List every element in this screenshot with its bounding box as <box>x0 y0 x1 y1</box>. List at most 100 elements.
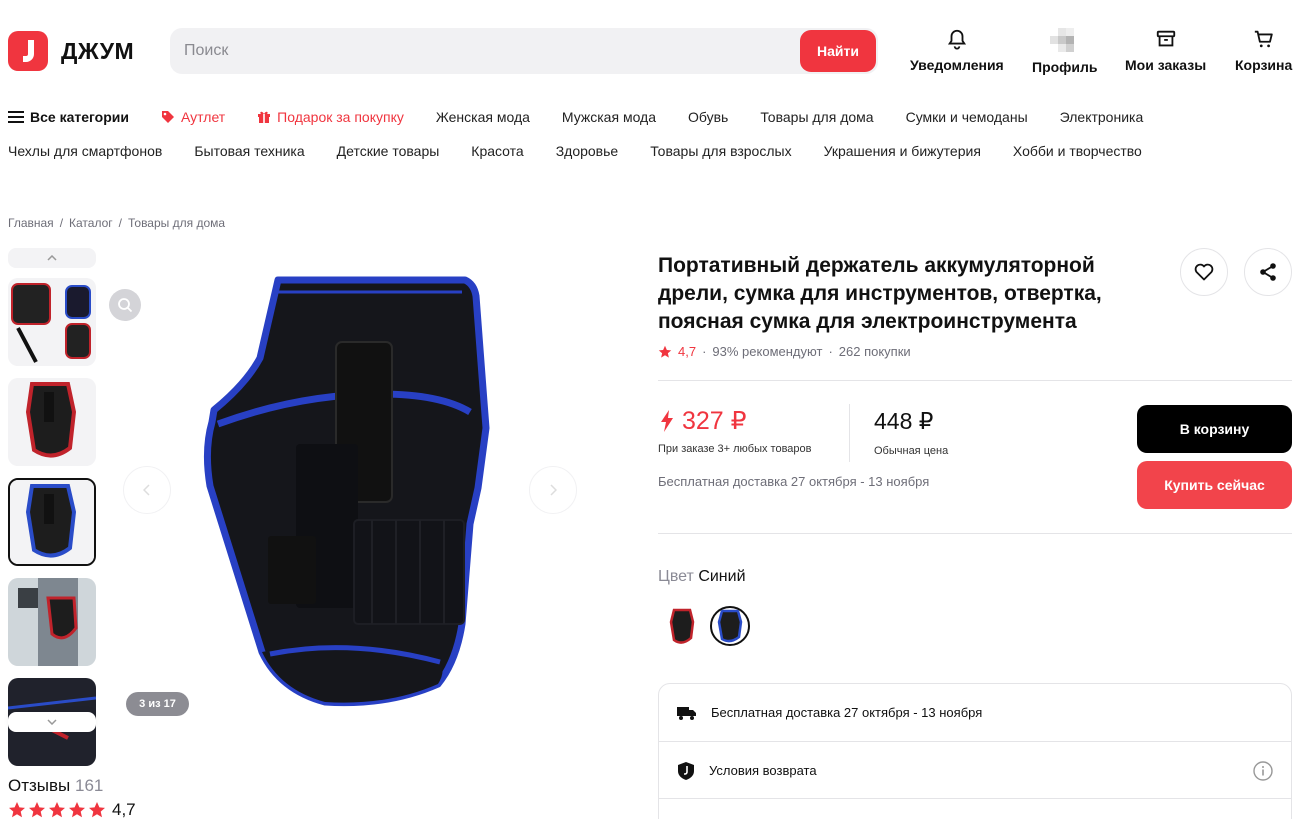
shield-icon <box>678 761 694 780</box>
price-divider <box>849 404 850 462</box>
recommend-percent: 93% рекомендуют <box>712 344 823 359</box>
nav-adult[interactable]: Товары для взрослых <box>650 143 791 159</box>
thumbnail-active[interactable] <box>8 478 96 566</box>
rating-stars-icon <box>9 802 105 818</box>
thumbnails-up-button[interactable] <box>8 248 96 268</box>
zoom-button[interactable] <box>109 289 141 321</box>
profile-button[interactable]: Профиль <box>1032 28 1098 75</box>
thumbnail[interactable] <box>8 378 96 466</box>
nav-shoes[interactable]: Обувь <box>688 109 728 125</box>
breadcrumb-separator: / <box>118 216 122 230</box>
profile-label: Профиль <box>1032 59 1098 75</box>
logo-text: ДЖУМ <box>61 37 135 64</box>
heart-icon <box>1194 263 1214 281</box>
buy-now-button[interactable]: Купить сейчас <box>1137 461 1292 509</box>
nav-phone-cases[interactable]: Чехлы для смартфонов <box>8 143 162 159</box>
color-key: Цвет <box>658 568 694 585</box>
search-bar: Найти <box>170 28 878 74</box>
reviews-count: 161 <box>75 776 104 795</box>
logo[interactable]: ДЖУМ <box>8 31 134 71</box>
chevron-right-icon <box>550 484 557 496</box>
purchases-count: 262 покупки <box>838 344 911 359</box>
divider <box>658 380 1292 381</box>
color-value: Синий <box>698 568 746 585</box>
nav-hobby[interactable]: Хобби и творчество <box>1013 143 1142 159</box>
breadcrumb: Главная / Каталог / Товары для дома <box>8 216 225 230</box>
nav-gift[interactable]: Подарок за покупку <box>257 109 404 125</box>
main-product-image[interactable] <box>110 274 588 714</box>
info-icon[interactable] <box>1253 761 1273 781</box>
product-meta: 4,7 · 93% рекомендуют · 262 покупки <box>658 344 911 359</box>
gift-icon <box>258 111 271 123</box>
prev-image-button[interactable] <box>123 466 171 514</box>
color-swatch-blue[interactable] <box>710 606 750 646</box>
lightning-icon <box>661 410 673 432</box>
header: ДЖУМ Найти Уведомления Профиль Мои заказ… <box>0 0 1299 100</box>
product-rating[interactable]: 4,7 <box>678 344 696 359</box>
reviews-title: Отзывы <box>8 776 71 795</box>
thumbnail[interactable] <box>8 278 96 366</box>
share-icon <box>1260 263 1276 281</box>
regular-price-note: Обычная цена <box>874 445 949 457</box>
search-button[interactable]: Найти <box>800 30 876 72</box>
nav-health[interactable]: Здоровье <box>556 143 619 159</box>
returns-row[interactable]: Условия возврата <box>659 742 1291 799</box>
product-title: Портативный держатель аккумуляторной дре… <box>658 254 1102 333</box>
nav-men[interactable]: Мужская мода <box>562 109 656 125</box>
orders-label: Мои заказы <box>1125 57 1207 73</box>
logo-mark-icon <box>8 31 48 71</box>
nav-beauty[interactable]: Красота <box>471 143 523 159</box>
delivery-row[interactable]: Бесплатная доставка 27 октября - 13 нояб… <box>659 684 1291 741</box>
nav-women[interactable]: Женская мода <box>436 109 530 125</box>
divider <box>659 798 1291 799</box>
breadcrumb-item[interactable]: Товары для дома <box>128 216 225 230</box>
nav-appliances[interactable]: Бытовая техника <box>194 143 304 159</box>
image-counter: 3 из 17 <box>126 692 189 716</box>
color-swatch-red[interactable] <box>662 606 702 646</box>
notifications-label: Уведомления <box>910 57 1004 73</box>
tag-icon <box>161 111 174 123</box>
share-button[interactable] <box>1244 248 1292 296</box>
returns-row-text: Условия возврата <box>709 763 817 778</box>
breadcrumb-item[interactable]: Главная <box>8 216 54 230</box>
search-input[interactable] <box>170 28 790 74</box>
thumbnail[interactable] <box>8 578 96 666</box>
star-icon <box>658 345 672 358</box>
delivery-info: Бесплатная доставка 27 октября - 13 нояб… <box>658 474 930 489</box>
nav-kids[interactable]: Детские товары <box>337 143 440 159</box>
cart-button[interactable]: Корзина <box>1235 28 1292 73</box>
thumbnail-strip <box>8 248 96 766</box>
add-to-cart-button[interactable]: В корзину <box>1137 405 1292 453</box>
next-image-button[interactable] <box>529 466 577 514</box>
nav-all-categories[interactable]: Все категории <box>8 109 129 125</box>
cart-icon <box>1254 30 1273 48</box>
magnifier-icon <box>118 298 133 313</box>
regular-price: 448 ₽ <box>874 408 934 434</box>
nav-home[interactable]: Товары для дома <box>760 109 873 125</box>
nav-outlet[interactable]: Аутлет <box>161 109 225 125</box>
breadcrumb-item[interactable]: Каталог <box>69 216 113 230</box>
chevron-left-icon <box>143 484 150 496</box>
promo-price: 327 ₽ <box>660 406 747 436</box>
bell-icon <box>947 29 966 50</box>
notifications-button[interactable]: Уведомления <box>910 28 1004 73</box>
breadcrumb-separator: / <box>59 216 64 230</box>
cart-label: Корзина <box>1235 57 1293 73</box>
chevron-down-icon <box>47 719 57 725</box>
reviews-rating: 4,7 <box>8 800 136 819</box>
meta-dot: · <box>828 344 833 359</box>
nav-electronics[interactable]: Электроника <box>1060 109 1144 125</box>
promo-price-note: При заказе 3+ любых товаров <box>658 443 812 455</box>
delivery-row-text: Бесплатная доставка 27 октября - 13 нояб… <box>711 705 983 720</box>
nav-bags[interactable]: Сумки и чемоданы <box>906 109 1028 125</box>
divider <box>658 533 1292 534</box>
favorite-button[interactable] <box>1180 248 1228 296</box>
box-icon <box>1156 30 1175 47</box>
nav-jewelry[interactable]: Украшения и бижутерия <box>824 143 981 159</box>
meta-dot: · <box>702 344 707 359</box>
orders-button[interactable]: Мои заказы <box>1125 28 1206 73</box>
thumbnails-down-button[interactable] <box>8 712 96 732</box>
info-box: Бесплатная доставка 27 октября - 13 нояб… <box>658 683 1292 819</box>
avatar <box>1049 28 1080 52</box>
reviews-heading[interactable]: Отзывы 161 <box>8 776 103 796</box>
